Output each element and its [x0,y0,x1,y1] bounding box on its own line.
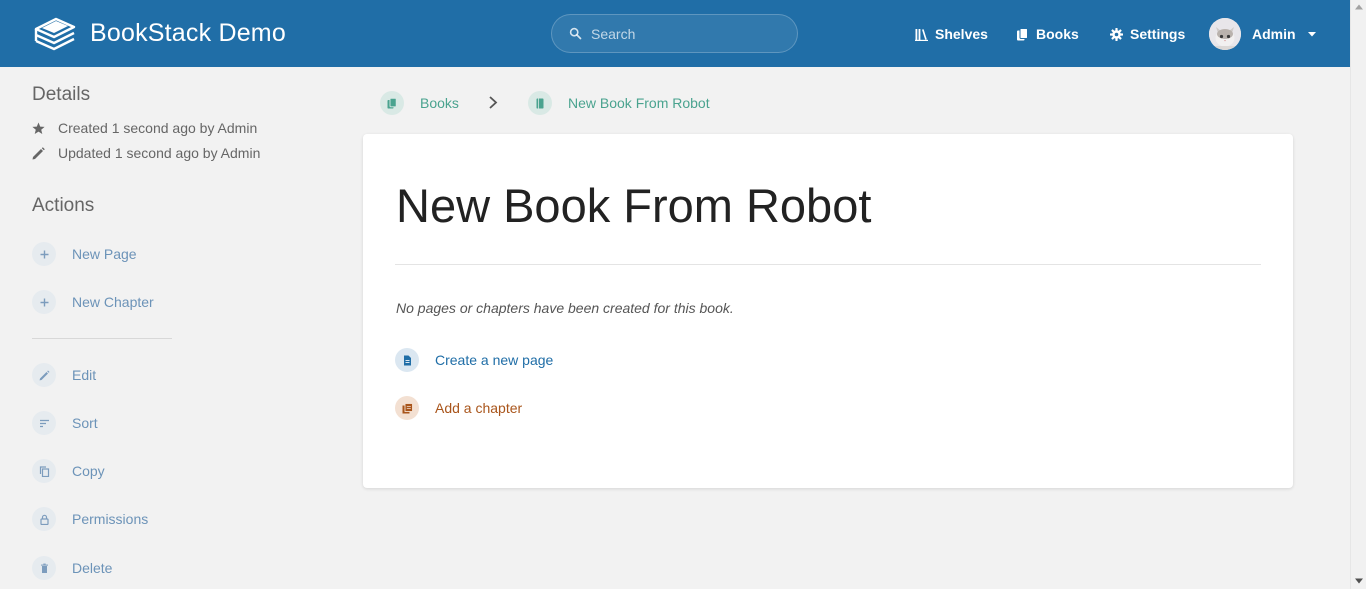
actions-heading: Actions [32,195,95,216]
details-heading: Details [32,84,91,105]
breadcrumb-books[interactable]: Books [380,91,459,115]
nav-shelves[interactable]: Shelves [915,24,988,44]
pencil-icon [32,146,45,159]
plus-icon [40,250,48,258]
created-text: Created 1 second ago by Admin [58,120,258,136]
search-input[interactable] [591,24,781,44]
chapter-icon [402,402,413,413]
breadcrumb-books-label: Books [420,95,459,111]
nav-shelves-label: Shelves [935,26,988,42]
delete-label: Delete [72,560,113,576]
sort-action[interactable]: Sort [32,411,98,435]
copy-icon [39,465,49,477]
breadcrumb-book[interactable]: New Book From Robot [528,91,710,115]
plus-icon [40,298,48,306]
book-content-card: New Book From Robot No pages or chapters… [363,134,1293,488]
updated-text: Updated 1 second ago by Admin [58,145,261,161]
new-page-label: New Page [72,246,137,262]
sort-icon [39,419,49,427]
add-chapter-label: Add a chapter [435,400,523,416]
edit-action[interactable]: Edit [32,363,96,387]
top-header: BookStack Demo Shelves Books [0,0,1350,67]
gear-icon [1110,27,1123,41]
books-icon [387,97,397,108]
books-icon [1017,27,1028,40]
trash-icon [40,563,48,573]
copy-action[interactable]: Copy [32,459,105,483]
chevron-right-icon [489,96,498,109]
avatar[interactable] [1209,18,1241,50]
star-icon [32,122,45,134]
page-title: New Book From Robot [396,179,872,232]
pencil-icon [39,370,49,380]
new-chapter-label: New Chapter [72,294,154,310]
create-page-link[interactable]: Create a new page [395,348,553,372]
nav-books-label: Books [1036,26,1079,42]
nav-settings-label: Settings [1130,26,1186,42]
scroll-up-arrow-icon[interactable] [1355,4,1363,10]
sort-label: Sort [72,415,98,431]
new-chapter-action[interactable]: New Chapter [32,290,154,314]
nav-books[interactable]: Books [1016,24,1079,44]
copy-label: Copy [72,463,105,479]
empty-message: No pages or chapters have been created f… [396,300,734,316]
nav-settings[interactable]: Settings [1110,24,1185,44]
cat-avatar-icon [1209,18,1241,50]
new-page-action[interactable]: New Page [32,242,137,266]
permissions-label: Permissions [72,511,149,527]
edit-label: Edit [72,367,97,383]
bookstack-logo-icon[interactable] [34,15,76,53]
sidebar-divider [32,338,172,339]
scroll-down-arrow-icon[interactable] [1355,578,1363,584]
add-chapter-link[interactable]: Add a chapter [395,396,522,420]
title-divider [395,264,1261,265]
page-icon [403,355,411,365]
app-name[interactable]: BookStack Demo [90,19,286,48]
updated-meta: Updated 1 second ago by Admin [32,144,260,162]
shelves-icon [915,28,928,41]
lock-icon [39,514,49,525]
book-icon [536,98,544,108]
create-page-label: Create a new page [435,352,554,368]
user-menu[interactable]: Admin [1209,17,1316,51]
created-meta: Created 1 second ago by Admin [32,119,257,137]
search-icon [569,27,582,40]
caret-down-icon [1307,32,1316,37]
page-scrollbar[interactable] [1350,0,1366,589]
permissions-action[interactable]: Permissions [32,507,148,531]
breadcrumb-book-label: New Book From Robot [568,95,710,111]
search-box[interactable] [551,14,798,53]
user-name: Admin [1252,26,1296,42]
delete-action[interactable]: Delete [32,556,112,580]
